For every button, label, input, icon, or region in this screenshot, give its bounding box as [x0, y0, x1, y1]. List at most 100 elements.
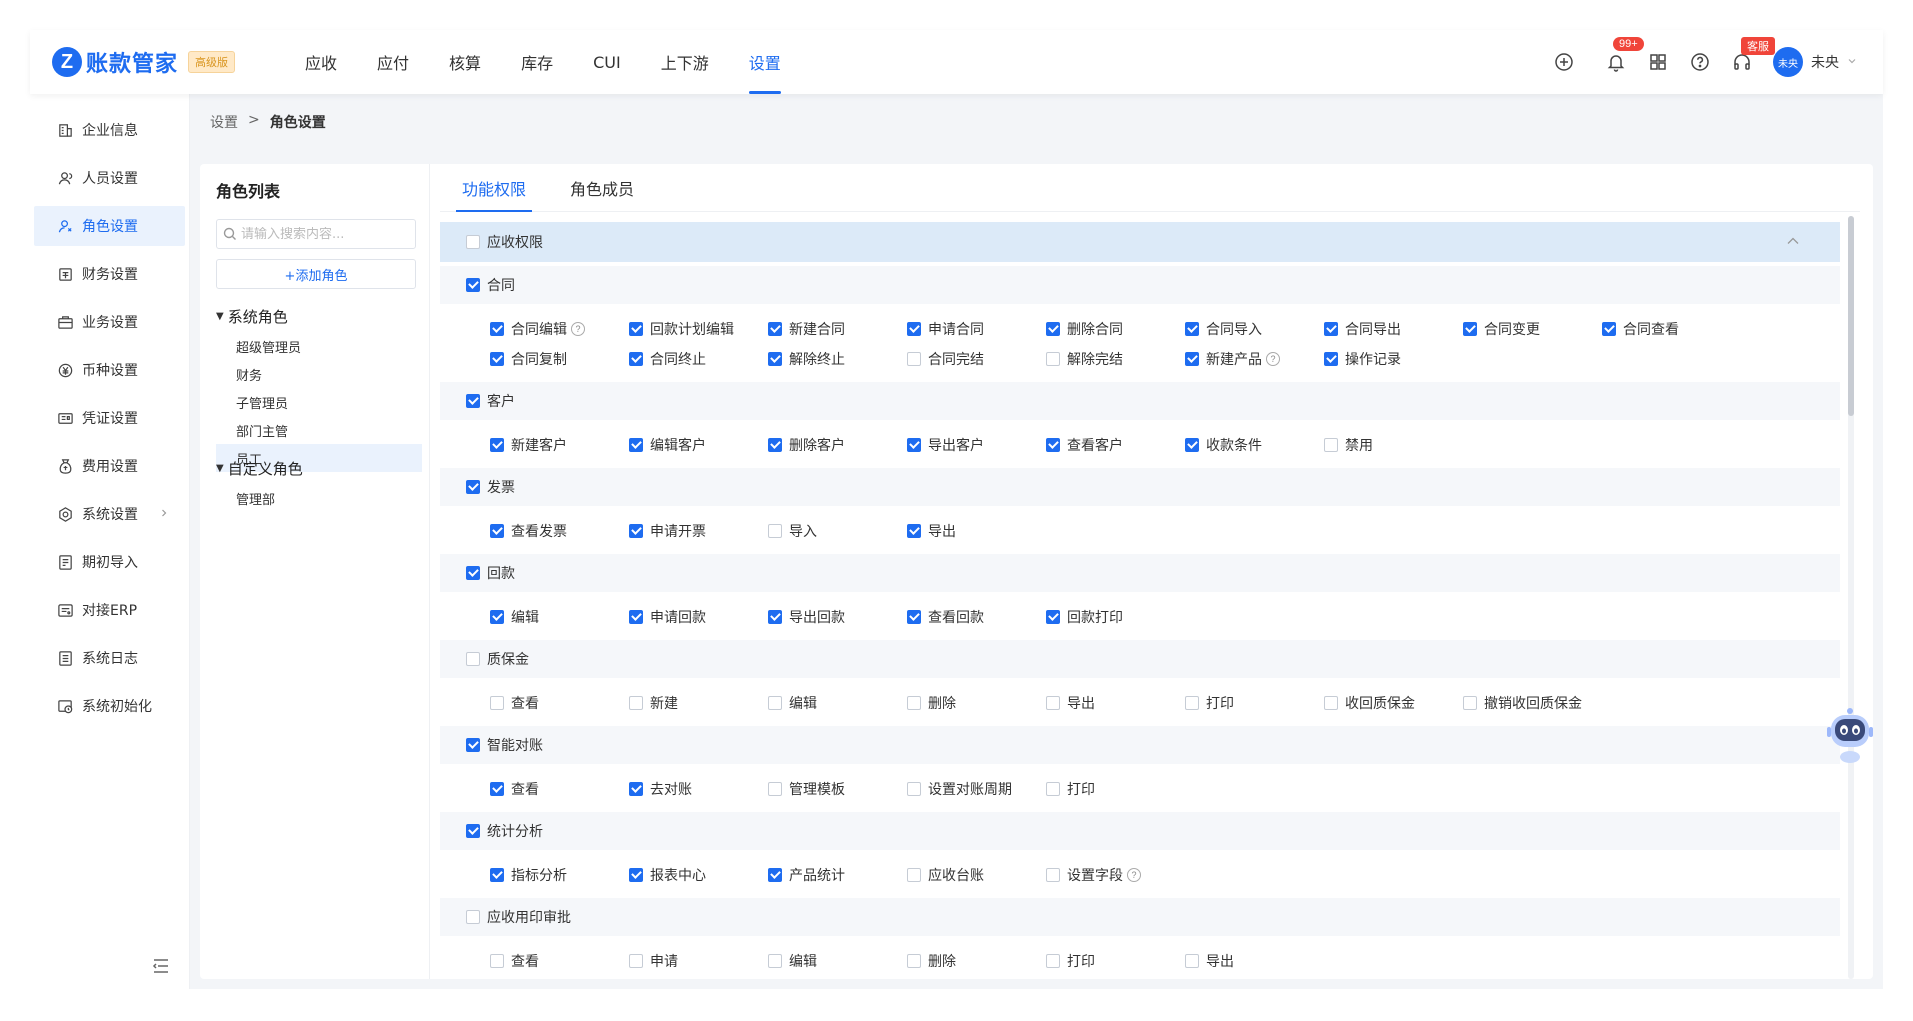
permission-item[interactable]: 新建: [629, 688, 768, 718]
permission-item[interactable]: 查看客户: [1046, 430, 1185, 460]
permission-item[interactable]: 查看: [490, 946, 629, 976]
permission-item[interactable]: 合同编辑?: [490, 314, 629, 344]
role-item[interactable]: 子管理员: [216, 388, 422, 416]
permission-item[interactable]: 打印: [1185, 688, 1324, 718]
permission-checkbox[interactable]: [629, 438, 643, 452]
sidebar-item[interactable]: 费用设置: [34, 446, 185, 486]
permission-item[interactable]: 申请合同: [907, 314, 1046, 344]
permission-item[interactable]: 编辑: [490, 602, 629, 632]
permission-checkbox[interactable]: [768, 782, 782, 796]
role-item[interactable]: 财务: [216, 360, 422, 388]
permission-checkbox[interactable]: [629, 868, 643, 882]
permission-checkbox[interactable]: [1463, 696, 1477, 710]
permission-item[interactable]: 合同复制: [490, 344, 629, 374]
sidebar-item[interactable]: 系统设置: [34, 494, 185, 534]
breadcrumb-parent[interactable]: 设置: [210, 112, 238, 132]
permission-item[interactable]: 合同完结: [907, 344, 1046, 374]
permission-checkbox[interactable]: [768, 524, 782, 538]
permission-item[interactable]: 删除: [907, 688, 1046, 718]
permission-item[interactable]: 回款打印: [1046, 602, 1185, 632]
permission-group-checkbox[interactable]: [466, 824, 480, 838]
role-search-input[interactable]: [241, 226, 411, 242]
permission-group-checkbox[interactable]: [466, 910, 480, 924]
apps-grid-icon[interactable]: [1647, 51, 1669, 73]
permission-checkbox[interactable]: [768, 696, 782, 710]
nav-item[interactable]: 核算: [429, 30, 501, 94]
permission-checkbox[interactable]: [490, 524, 504, 538]
nav-item[interactable]: 应收: [285, 30, 357, 94]
custom-role-group-head[interactable]: ▼ 自定义角色: [216, 456, 422, 480]
permission-item[interactable]: 产品统计: [768, 860, 907, 890]
role-item[interactable]: 部门主管: [216, 416, 422, 444]
bell-icon[interactable]: 99+: [1605, 37, 1644, 73]
permission-checkbox[interactable]: [1046, 782, 1060, 796]
permission-item[interactable]: 应收台账: [907, 860, 1046, 890]
permission-checkbox[interactable]: [629, 782, 643, 796]
permission-checkbox[interactable]: [907, 696, 921, 710]
permission-checkbox[interactable]: [907, 524, 921, 538]
assistant-robot-icon[interactable]: [1825, 705, 1875, 765]
permission-checkbox[interactable]: [907, 782, 921, 796]
role-item[interactable]: 超级管理员: [216, 332, 422, 360]
permission-group-checkbox[interactable]: [466, 278, 480, 292]
question-mark-icon[interactable]: ?: [1266, 352, 1280, 366]
permission-item[interactable]: 管理模板: [768, 774, 907, 804]
permission-item[interactable]: 删除合同: [1046, 314, 1185, 344]
role-item[interactable]: 管理部: [216, 484, 422, 512]
permission-group-header[interactable]: 智能对账: [440, 726, 1840, 764]
permission-checkbox[interactable]: [629, 322, 643, 336]
permission-checkbox[interactable]: [1185, 438, 1199, 452]
permission-checkbox[interactable]: [907, 610, 921, 624]
sidebar-item[interactable]: 对接ERP: [34, 590, 185, 630]
permission-item[interactable]: 合同导出: [1324, 314, 1463, 344]
nav-item[interactable]: 上下游: [641, 30, 729, 94]
permission-group-checkbox[interactable]: [466, 480, 480, 494]
sidebar-item[interactable]: 人员设置: [34, 158, 185, 198]
permission-item[interactable]: 合同变更: [1463, 314, 1602, 344]
headset-icon[interactable]: 客服: [1731, 37, 1775, 73]
permission-checkbox[interactable]: [1324, 696, 1338, 710]
sidebar-item[interactable]: 系统日志: [34, 638, 185, 678]
permission-checkbox[interactable]: [629, 524, 643, 538]
permission-checkbox[interactable]: [629, 352, 643, 366]
sidebar-item[interactable]: 凭证设置: [34, 398, 185, 438]
permission-checkbox[interactable]: [629, 610, 643, 624]
permission-item[interactable]: 新建产品?: [1185, 344, 1324, 374]
permission-checkbox[interactable]: [1046, 438, 1060, 452]
avatar[interactable]: 未央: [1773, 47, 1803, 77]
permission-group-header[interactable]: 统计分析: [440, 812, 1840, 850]
permission-checkbox[interactable]: [768, 868, 782, 882]
question-mark-icon[interactable]: ?: [571, 322, 585, 336]
permission-item[interactable]: 导入: [768, 516, 907, 546]
permission-checkbox[interactable]: [907, 438, 921, 452]
permission-checkbox[interactable]: [907, 322, 921, 336]
tab[interactable]: 角色成员: [548, 164, 656, 212]
permission-group-header[interactable]: 合同: [440, 266, 1840, 304]
permission-item[interactable]: 查看: [490, 688, 629, 718]
permission-item[interactable]: 合同查看: [1602, 314, 1741, 344]
permission-checkbox[interactable]: [490, 954, 504, 968]
permission-group-checkbox[interactable]: [466, 394, 480, 408]
permission-item[interactable]: 报表中心: [629, 860, 768, 890]
permission-item[interactable]: 申请回款: [629, 602, 768, 632]
permission-item[interactable]: 解除终止: [768, 344, 907, 374]
chevron-down-icon[interactable]: [1847, 56, 1857, 69]
permission-item[interactable]: 查看发票: [490, 516, 629, 546]
collapse-menu-icon[interactable]: [150, 955, 172, 977]
permission-group-header[interactable]: 应收用印审批: [440, 898, 1840, 936]
permission-item[interactable]: 新建合同: [768, 314, 907, 344]
permission-item[interactable]: 操作记录: [1324, 344, 1463, 374]
permission-item[interactable]: 撤销收回质保金: [1463, 688, 1602, 718]
permission-checkbox[interactable]: [490, 868, 504, 882]
permission-item[interactable]: 合同导入: [1185, 314, 1324, 344]
permission-item[interactable]: 回款计划编辑: [629, 314, 768, 344]
permission-checkbox[interactable]: [1046, 352, 1060, 366]
permission-checkbox[interactable]: [1185, 352, 1199, 366]
permission-checkbox[interactable]: [768, 610, 782, 624]
permission-checkbox[interactable]: [1185, 954, 1199, 968]
permission-checkbox[interactable]: [1463, 322, 1477, 336]
add-role-button[interactable]: +添加角色: [216, 259, 416, 289]
permission-checkbox[interactable]: [490, 322, 504, 336]
scrollbar-thumb[interactable]: [1848, 216, 1854, 416]
help-circle-icon[interactable]: [1689, 51, 1711, 73]
